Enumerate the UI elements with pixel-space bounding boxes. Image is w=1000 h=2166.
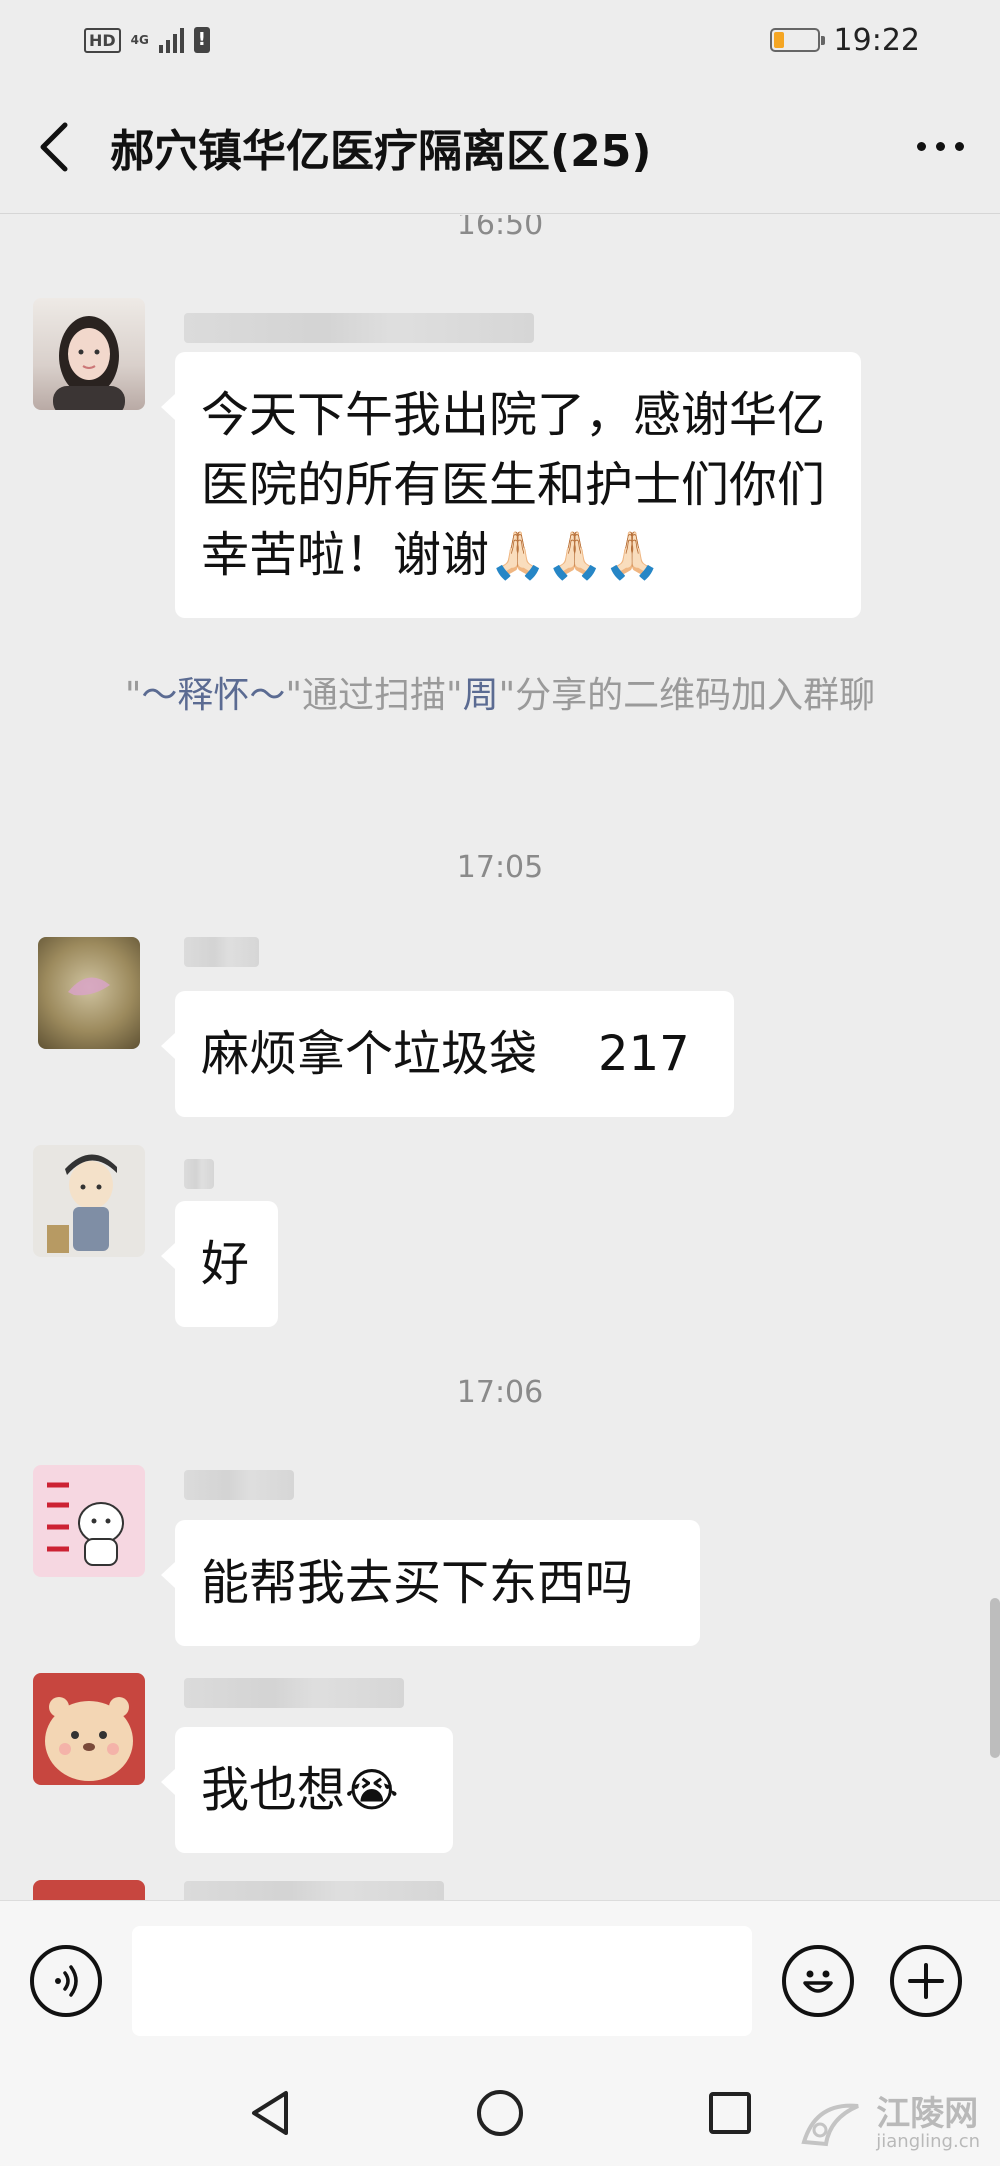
nav-recent-icon	[709, 2092, 751, 2134]
chevron-left-icon	[40, 122, 68, 171]
message-bubble[interactable]: 我也想😭	[161, 1727, 453, 1853]
nav-recent-button[interactable]	[700, 2083, 760, 2143]
avatar-photo	[53, 316, 125, 410]
input-bar	[0, 1900, 1000, 2060]
timestamp: 16:50	[456, 215, 544, 242]
emoji-button[interactable]	[782, 1944, 854, 2017]
sender-name-blurred	[184, 313, 534, 343]
avatar[interactable]	[38, 937, 140, 1049]
plus-button[interactable]	[890, 1944, 962, 2017]
battery-icon	[769, 28, 825, 52]
watermark-url: jiangling.cn	[876, 2131, 980, 2152]
timestamp: 17:05	[456, 850, 544, 885]
message-text: 能帮我去买下东西吗	[201, 1555, 634, 1611]
sender-name-blurred	[184, 1881, 444, 1900]
message-text: 好	[201, 1236, 250, 1292]
more-dots-icon	[916, 142, 926, 151]
chat-messages[interactable]: 16:50 今天下午我出院了，感谢华亿医院的所有医生和护士们你们幸苦啦！谢谢🙏🏻…	[0, 215, 1000, 1900]
status-right: 19:22	[769, 22, 920, 58]
avatar-cartoon	[47, 1482, 124, 1566]
scrollbar-thumb[interactable]	[990, 1598, 1000, 1758]
system-text: "分享的二维码加入群聊	[498, 675, 876, 716]
crying-emoji: 😭	[345, 1763, 399, 1817]
voice-icon	[55, 1964, 78, 1997]
hd-indicator: HD	[84, 27, 121, 53]
back-button[interactable]	[0, 80, 110, 214]
more-dot	[954, 142, 964, 151]
sender-name-blurred	[184, 1159, 214, 1189]
avatar-photo	[68, 977, 110, 996]
voice-button[interactable]	[30, 1944, 102, 2017]
chat-header: 郝穴镇华亿医疗隔离区(25)	[0, 80, 1000, 214]
watermark-text: 江陵网 jiangling.cn	[876, 2096, 980, 2152]
signal-icon	[158, 27, 184, 53]
message-bubble[interactable]: 麻烦拿个垃圾袋 217	[161, 991, 734, 1117]
avatar[interactable]	[33, 298, 145, 410]
status-left: HD 4G !	[84, 27, 210, 53]
network-type: 4G	[130, 33, 149, 47]
message-text: 麻烦拿个垃圾袋 217	[201, 1026, 690, 1082]
chat-title: 郝穴镇华亿医疗隔离区(25)	[110, 125, 652, 177]
nav-home-button[interactable]	[470, 2083, 530, 2143]
avatar[interactable]	[33, 1880, 145, 1900]
nav-back-icon	[252, 2091, 288, 2135]
emoji-smile-icon	[803, 1970, 833, 1993]
system-text: "	[124, 675, 142, 716]
plus-icon	[908, 1962, 944, 1999]
more-dot	[935, 142, 945, 151]
message-input[interactable]	[132, 1925, 752, 2036]
message-text: 我也想	[201, 1762, 346, 1818]
pray-emoji: 🙏🏻🙏🏻🙏🏻	[489, 528, 661, 582]
sender-name-blurred	[184, 937, 259, 967]
avatar[interactable]	[33, 1673, 145, 1785]
watermark: 江陵网 jiangling.cn	[796, 2096, 980, 2152]
avatar-cartoon	[47, 1154, 117, 1253]
status-bar: HD 4G ! 19:22	[0, 0, 1000, 80]
watermark-name: 江陵网	[876, 2094, 979, 2134]
timestamp: 17:06	[456, 1375, 544, 1410]
nav-back-button[interactable]	[240, 2083, 300, 2143]
more-options-button[interactable]	[880, 80, 1000, 214]
avatar-cartoon	[45, 1697, 133, 1781]
avatar[interactable]	[33, 1465, 145, 1577]
avatar[interactable]	[33, 1145, 145, 1257]
sender-name-blurred	[184, 1470, 294, 1500]
watermark-logo-icon	[801, 2103, 860, 2147]
message-bubble[interactable]: 好	[161, 1201, 278, 1327]
system-message: "～释怀～"通过扫描"周"分享的二维码加入群聊	[80, 667, 920, 725]
member-name-link[interactable]: 周	[463, 675, 499, 716]
battery-level	[773, 32, 785, 48]
nav-home-icon	[477, 2090, 523, 2136]
member-name-link[interactable]: ～释怀～	[141, 675, 285, 716]
warning-icon: !	[193, 27, 210, 53]
status-time: 19:22	[833, 22, 920, 58]
message-bubble[interactable]: 能帮我去买下东西吗	[161, 1520, 700, 1646]
sender-name-blurred	[184, 1678, 404, 1708]
system-text: "通过扫描"	[285, 675, 463, 716]
message-bubble[interactable]: 今天下午我出院了，感谢华亿医院的所有医生和护士们你们幸苦啦！谢谢🙏🏻🙏🏻🙏🏻	[161, 352, 861, 618]
